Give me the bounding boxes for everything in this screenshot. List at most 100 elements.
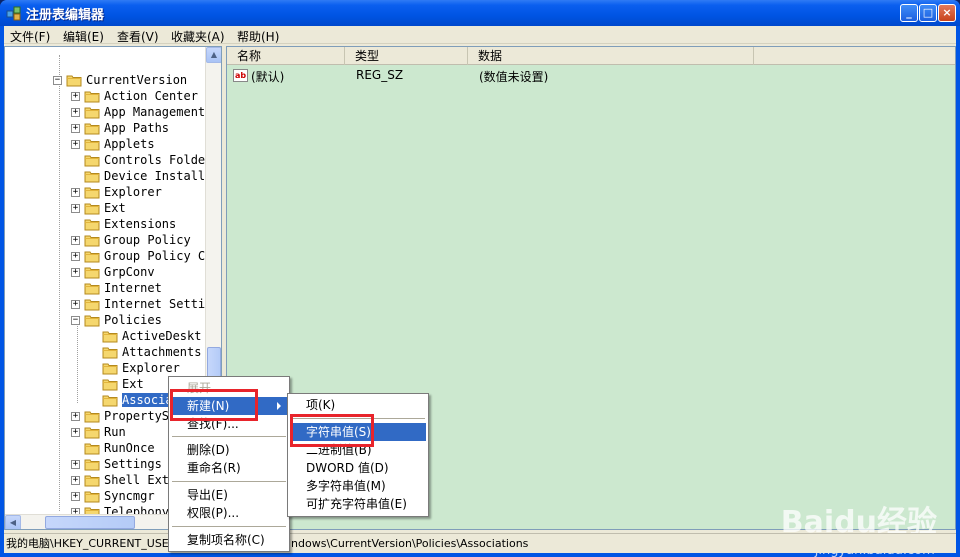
menu-item-delete[interactable]: 删除(D) (171, 441, 287, 459)
submenu-item-multi-string-value[interactable]: 多字符串值(M) (290, 477, 426, 495)
tree-item-label: Group Policy C (104, 249, 206, 263)
tree-item-label: Run (104, 425, 126, 439)
tree-item-label: Syncmgr (104, 489, 155, 503)
registry-editor-window: 注册表编辑器 _ □ × 文件(F) 编辑(E) 查看(V) 收藏夹(A) 帮助… (0, 0, 960, 557)
folder-icon (84, 218, 100, 231)
tree-item-label: App Management (104, 105, 206, 119)
folder-icon (84, 458, 100, 471)
maximize-icon: □ (922, 6, 934, 19)
expand-icon[interactable]: + (71, 236, 80, 245)
list-row[interactable]: ab (默认) REG_SZ (数值未设置) (233, 68, 933, 85)
tree-item-label: RunOnce (104, 441, 155, 455)
minimize-icon: _ (906, 6, 912, 19)
expand-icon[interactable]: + (71, 492, 80, 501)
client-area: 文件(F) 编辑(E) 查看(V) 收藏夹(A) 帮助(H) − CurrentV… (4, 26, 956, 557)
new-submenu: 项(K) 字符串值(S) 二进制值(B) DWORD 值(D) 多字符串值(M)… (287, 393, 429, 517)
folder-icon (66, 74, 82, 87)
expand-icon[interactable]: + (71, 412, 80, 421)
menu-view[interactable]: 查看(V) (117, 28, 159, 45)
folder-icon (84, 282, 100, 295)
tree-item-label: CurrentVersion (86, 73, 188, 87)
tree-item-label: Extensions (104, 217, 177, 231)
folder-icon (84, 122, 100, 135)
expand-icon[interactable]: + (71, 252, 80, 261)
expand-icon[interactable]: + (71, 92, 80, 101)
status-path-right: indows\CurrentVersion\Policies\Associati… (288, 537, 529, 550)
maximize-button[interactable]: □ (919, 4, 937, 22)
column-name[interactable]: 名称 (227, 47, 345, 65)
folder-icon (84, 298, 100, 311)
tree-item-label: Internet (104, 281, 162, 295)
tree-item-label: Shell Ext (104, 473, 170, 487)
status-path-left: 我的电脑\HKEY_CURRENT_USER\ (6, 537, 181, 550)
value-data: (数值未设置) (479, 70, 549, 84)
column-type[interactable]: 类型 (345, 47, 468, 65)
tree-item-label: Settings (104, 457, 162, 471)
menu-favorites[interactable]: 收藏夹(A) (171, 28, 225, 45)
folder-icon (102, 394, 118, 407)
tree-item-label: Group Policy (104, 233, 191, 247)
menu-item-permissions[interactable]: 权限(P)... (171, 504, 287, 522)
menu-item-copy-key-name[interactable]: 复制项名称(C) (171, 531, 287, 549)
folder-icon (84, 186, 100, 199)
collapse-icon[interactable]: − (53, 76, 62, 85)
tree-item-label: PropertyS (104, 409, 170, 423)
submenu-item-key[interactable]: 项(K) (290, 396, 426, 414)
annotation-box-string-value (290, 414, 374, 447)
column-data[interactable]: 数据 (468, 47, 754, 65)
window-title: 注册表编辑器 (26, 8, 105, 23)
menu-file[interactable]: 文件(F) (10, 28, 50, 45)
expand-icon[interactable]: + (71, 108, 80, 117)
expand-icon[interactable]: + (71, 268, 80, 277)
close-button[interactable]: × (938, 4, 956, 22)
expand-icon[interactable]: + (71, 300, 80, 309)
menu-separator (172, 436, 286, 437)
folder-icon (84, 426, 100, 439)
expand-icon[interactable]: + (71, 428, 80, 437)
folder-icon (84, 202, 100, 215)
folder-icon (84, 266, 100, 279)
tree-item-label: Policies (104, 313, 162, 327)
folder-icon (102, 330, 118, 343)
tree-item-label: Explorer (122, 361, 180, 375)
title-bar[interactable]: 注册表编辑器 _ □ × (0, 0, 960, 26)
folder-icon (84, 106, 100, 119)
tree-item-label: ActiveDeskt (122, 329, 202, 343)
tree-item-label: Attachments (122, 345, 202, 359)
menu-item-export[interactable]: 导出(E) (171, 486, 287, 504)
scroll-up-icon[interactable]: ▲ (206, 47, 221, 63)
expand-icon[interactable]: + (71, 460, 80, 469)
tree-item-label: GrpConv (104, 265, 155, 279)
menu-separator (172, 526, 286, 527)
submenu-item-dword-value[interactable]: DWORD 值(D) (290, 459, 426, 477)
value-type: REG_SZ (356, 68, 404, 82)
scroll-left-icon[interactable]: ◀ (5, 515, 21, 529)
folder-icon (84, 442, 100, 455)
expand-icon[interactable]: + (71, 188, 80, 197)
tree-guide-line (59, 55, 60, 511)
tree-item-label: Internet Setti (104, 297, 206, 311)
status-bar: 我的电脑\HKEY_CURRENT_USER\ indows\CurrentVe… (4, 533, 956, 553)
tree-item-label: App Paths (104, 121, 170, 135)
minimize-button[interactable]: _ (900, 4, 918, 22)
horizontal-scroll-thumb[interactable] (45, 516, 135, 529)
tree-item-label: Ext (104, 201, 126, 215)
expand-icon[interactable]: + (71, 476, 80, 485)
tree-item-label: Explorer (104, 185, 162, 199)
menu-separator (172, 481, 286, 482)
folder-icon (84, 474, 100, 487)
expand-icon[interactable]: + (71, 140, 80, 149)
list-header: 名称 类型 数据 (227, 47, 955, 65)
menu-help[interactable]: 帮助(H) (237, 28, 279, 45)
collapse-icon[interactable]: − (71, 316, 80, 325)
menu-item-rename[interactable]: 重命名(R) (171, 459, 287, 477)
menu-edit[interactable]: 编辑(E) (63, 28, 104, 45)
folder-icon (84, 234, 100, 247)
registry-editor-icon (6, 6, 21, 21)
folder-icon (84, 314, 100, 327)
folder-icon (102, 346, 118, 359)
expand-icon[interactable]: + (71, 204, 80, 213)
expand-icon[interactable]: + (71, 124, 80, 133)
string-value-icon: ab (233, 69, 248, 82)
submenu-item-expandable-string-value[interactable]: 可扩充字符串值(E) (290, 495, 426, 513)
